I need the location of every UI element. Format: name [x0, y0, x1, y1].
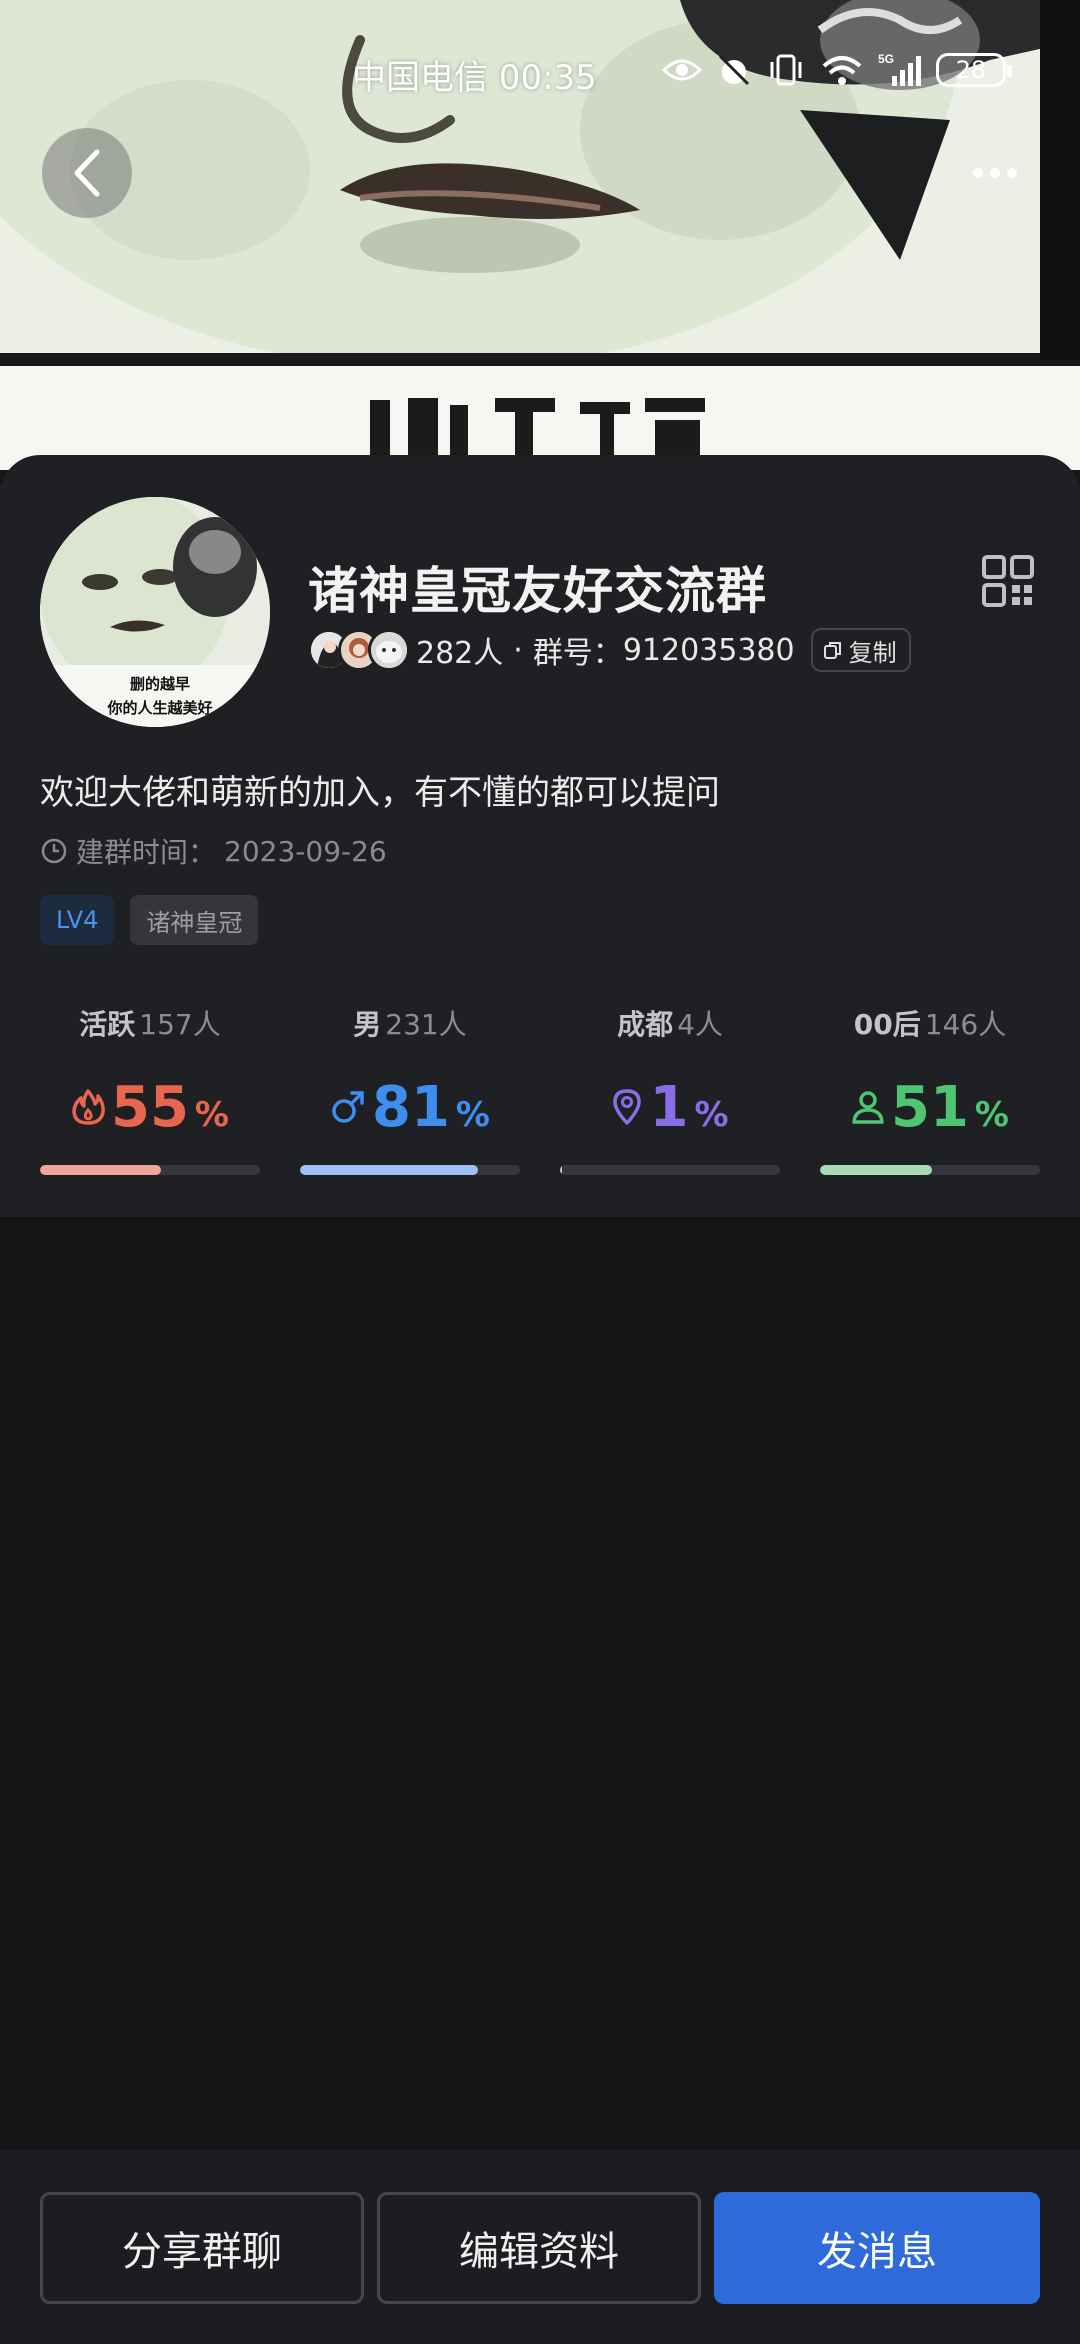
group-name: 诸神皇冠友好交流群 — [308, 562, 767, 620]
stat-age[interactable]: 00后 146人 51 % — [820, 1003, 1040, 1175]
group-stats: 活跃 157人 55 % 男 231人 81 % 成都 4人 1 % 00后 1… — [40, 1003, 1040, 1175]
edit-profile-button[interactable]: 编辑资料 — [377, 2192, 701, 2304]
stat-active[interactable]: 活跃 157人 55 % — [40, 1003, 260, 1175]
stat-label: 成都 4人 — [617, 1008, 723, 1041]
status-bar: 中国电信 00:35 5G 28 — [0, 42, 1080, 102]
avatar-caption-line1: 删的越早 — [130, 675, 190, 693]
more-dot-icon — [1007, 168, 1017, 178]
meta-separator: · — [513, 632, 523, 668]
stat-label: 男 231人 — [353, 1008, 467, 1041]
member-avatar — [368, 629, 410, 671]
copy-label: 复制 — [848, 638, 897, 667]
stat-value: 55 % — [71, 1075, 229, 1140]
chevron-left-icon — [74, 149, 100, 197]
battery-level: 28 — [955, 56, 987, 84]
stat-label: 00后 146人 — [853, 1008, 1007, 1041]
status-carrier-time: 中国电信 00:35 — [352, 58, 597, 98]
stat-city[interactable]: 成都 4人 1 % — [560, 1003, 780, 1175]
send-message-button[interactable]: 发消息 — [714, 2192, 1040, 2304]
bottom-action-bar: 分享群聊 编辑资料 发消息 — [0, 2150, 1080, 2344]
group-info-card: 删的越早 你的人生越美好 诸神皇冠友好交流群 282人 · 群号： 912035… — [0, 455, 1080, 1217]
created-label: 建群时间： — [76, 836, 217, 869]
male-icon — [332, 1091, 364, 1123]
share-group-button[interactable]: 分享群聊 — [40, 2192, 364, 2304]
stat-bar — [560, 1165, 780, 1175]
vibrate-icon — [770, 54, 802, 86]
copy-id-button[interactable]: 复制 — [810, 628, 911, 672]
stat-male[interactable]: 男 231人 81 % — [300, 1003, 520, 1175]
stat-value: 51 % — [851, 1075, 1009, 1140]
alarm-off-icon — [718, 54, 750, 86]
back-button[interactable] — [42, 128, 132, 218]
group-created-row: 建群时间： 2023-09-26 — [40, 831, 387, 871]
flame-icon — [72, 1089, 105, 1125]
member-count: 282人 — [416, 636, 504, 671]
more-dot-icon — [990, 168, 1000, 178]
stat-label: 活跃 157人 — [79, 1008, 221, 1041]
more-dot-icon — [973, 168, 983, 178]
group-profile-screen: 中国电信 00:35 5G 28 删的越早 你的人生越美好 诸神皇冠友好交流群 … — [0, 0, 1080, 2344]
stat-bar — [820, 1165, 1040, 1175]
group-id-label: 群号： — [532, 636, 623, 671]
location-pin-icon — [613, 1089, 642, 1125]
status-icons: 5G 28 — [662, 52, 1012, 88]
cellular-signal-icon: 5G — [878, 52, 921, 86]
battery-indicator: 28 — [936, 53, 1012, 87]
group-meta-row: 282人 · 群号： 912035380 复制 — [308, 625, 911, 675]
group-avatar[interactable]: 删的越早 你的人生越美好 — [40, 497, 270, 727]
more-options-button[interactable] — [960, 148, 1030, 198]
group-description: 欢迎大佬和萌新的加入，有不懂的都可以提问 — [40, 773, 720, 813]
svg-text:5G: 5G — [878, 52, 894, 66]
created-date: 2023-09-26 — [224, 834, 387, 868]
group-tags: LV4 诸神皇冠 — [40, 895, 259, 945]
stat-bar — [300, 1165, 520, 1175]
level-tag: LV4 — [40, 895, 115, 945]
qr-code-icon[interactable] — [982, 555, 1034, 607]
group-id: 912035380 — [622, 632, 795, 668]
person-icon — [852, 1091, 884, 1124]
name-tag: 诸神皇冠 — [130, 895, 259, 945]
clock-icon — [41, 838, 67, 864]
member-avatars[interactable] — [308, 627, 412, 673]
stat-value: 81 % — [330, 1075, 490, 1140]
stat-bar — [40, 1165, 260, 1175]
avatar-caption-line2: 你的人生越美好 — [106, 699, 212, 717]
eye-icon — [662, 59, 702, 81]
copy-icon — [823, 642, 841, 659]
wifi-icon — [822, 56, 862, 85]
stat-value: 1 % — [611, 1075, 729, 1140]
